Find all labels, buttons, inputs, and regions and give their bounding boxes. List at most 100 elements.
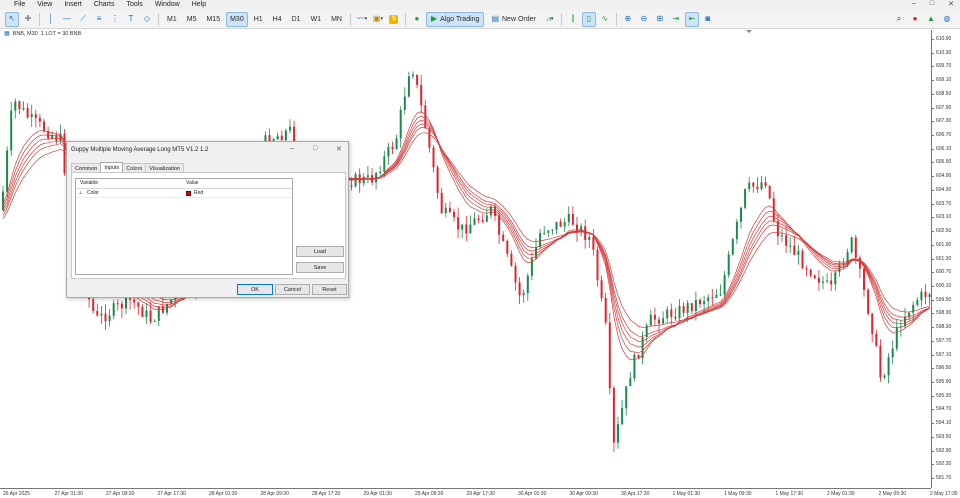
signals-icon[interactable]: ●	[410, 12, 424, 27]
bar-chart-icon[interactable]: ⫿	[566, 12, 580, 27]
price-tick	[931, 423, 934, 425]
candle-body	[785, 235, 788, 246]
minimize-icon[interactable]: –	[912, 0, 916, 8]
price-tick	[931, 93, 934, 95]
candle-body	[727, 254, 730, 276]
algo-trading-button[interactable]: ▶ Algo Trading	[425, 11, 485, 27]
menu-window[interactable]: Window	[149, 0, 186, 10]
price-tick	[931, 313, 934, 315]
time-label: 28 Apr 01:30	[209, 491, 238, 497]
price-tick	[931, 478, 934, 480]
vertical-line-icon[interactable]: │	[44, 12, 58, 27]
restore-icon[interactable]: □	[930, 0, 934, 8]
value-column-header[interactable]: Value	[186, 180, 198, 186]
price-tick	[931, 340, 934, 342]
timeframe-d1[interactable]: D1	[288, 12, 305, 27]
dialog-maximize-icon[interactable]: □	[313, 145, 317, 152]
price-tick	[931, 121, 934, 123]
timeframe-mn[interactable]: MN	[327, 12, 346, 27]
zoom-in-icon[interactable]: ⊕	[621, 12, 635, 27]
chart-shift-marker-icon[interactable]	[746, 30, 752, 33]
community-icon[interactable]: ▲	[924, 12, 938, 27]
autoscroll-icon[interactable]: ⇥	[669, 12, 683, 27]
price-label: 591.70	[936, 475, 952, 482]
depth-icon[interactable]: ⩘ ▾	[543, 12, 557, 27]
new-order-button[interactable]: ▤ New Order	[486, 12, 540, 27]
candle-body	[891, 348, 894, 358]
tile-windows-icon[interactable]: ⊞	[653, 12, 667, 27]
dialog-close-icon[interactable]: ✕	[336, 145, 342, 153]
time-label: 1 May 09:30	[724, 491, 752, 497]
trendline-icon[interactable]: ⟋	[76, 12, 90, 27]
candle-body	[350, 185, 353, 187]
candle-body	[707, 297, 710, 302]
candle-body	[592, 237, 595, 250]
candle-body	[567, 213, 570, 223]
menu-view[interactable]: View	[31, 0, 58, 10]
candle-body	[436, 167, 439, 193]
price-label: 603.70	[936, 200, 952, 207]
timeframe-h1[interactable]: H1	[250, 12, 267, 27]
candle-body	[543, 232, 546, 234]
chart-shift-icon[interactable]: ⇤	[684, 11, 699, 27]
price-tick	[931, 39, 934, 40]
indicators-icon[interactable]: 〰 ▾	[355, 12, 369, 27]
menu-help[interactable]: Help	[186, 0, 212, 10]
toolbar-separator	[349, 12, 351, 26]
candle-body	[149, 310, 152, 322]
crosshair-icon[interactable]: ✛	[21, 12, 35, 27]
timeframe-m30[interactable]: M30	[226, 11, 248, 27]
candle-body	[153, 320, 156, 322]
load-button[interactable]: Load	[296, 246, 344, 257]
channel-icon[interactable]: ≡	[92, 12, 106, 27]
line-chart-icon[interactable]: ∿	[598, 12, 612, 27]
menu-charts[interactable]: Charts	[88, 0, 121, 10]
text-tool-icon[interactable]: T	[124, 12, 138, 27]
price-label: 606.70	[936, 132, 952, 139]
table-row[interactable]: ⟂ Color Red	[76, 189, 292, 198]
zoom-out-icon[interactable]: ⊖	[637, 12, 651, 27]
cancel-button[interactable]: Cancel	[275, 284, 310, 295]
menu-insert[interactable]: Insert	[58, 0, 88, 10]
price-tick	[931, 395, 934, 397]
cursor-icon[interactable]: ↖	[5, 11, 19, 27]
timeframe-h4[interactable]: H4	[269, 12, 286, 27]
menu-file[interactable]: File	[0, 0, 31, 10]
candle-body	[871, 313, 874, 334]
timeframe-m5[interactable]: M5	[183, 12, 201, 27]
close-icon[interactable]: ✕	[948, 0, 954, 8]
horizontal-line-icon[interactable]: —	[60, 12, 74, 27]
candlestick-icon[interactable]: ▯	[581, 11, 596, 27]
candle-body	[670, 309, 673, 317]
candle-body	[412, 74, 414, 77]
fibonacci-icon[interactable]: ⋮	[108, 12, 122, 27]
ok-button[interactable]: OK	[237, 284, 273, 295]
search-icon[interactable]: ⌕	[892, 12, 906, 27]
candle-body	[477, 218, 480, 221]
variable-column-header[interactable]: Variable	[80, 180, 98, 186]
price-label: 609.10	[936, 77, 952, 84]
market-icon[interactable]: $	[387, 12, 401, 27]
timeframe-m1[interactable]: M1	[163, 12, 181, 27]
notifications-icon[interactable]: ●	[908, 12, 922, 27]
candle-body	[735, 221, 738, 240]
price-tick	[931, 189, 934, 191]
order-icon: ▤	[491, 14, 499, 23]
timeframe-m15[interactable]: M15	[202, 12, 224, 27]
screenshot-icon[interactable]: ◙	[701, 12, 715, 27]
candle-body	[604, 297, 607, 323]
reset-button[interactable]: Reset	[312, 284, 347, 295]
candle-body	[793, 245, 796, 255]
color-swatch[interactable]	[186, 191, 191, 196]
menu-tools[interactable]: Tools	[120, 0, 148, 10]
price-label: 608.50	[936, 90, 952, 97]
dialog-minimize-icon[interactable]: –	[290, 145, 294, 152]
timeframe-w1[interactable]: W1	[307, 12, 326, 27]
template-icon[interactable]: ▣ ▾	[371, 12, 385, 27]
shapes-icon[interactable]: ◇	[140, 12, 154, 27]
variable-value[interactable]: Red	[194, 190, 203, 196]
save-button[interactable]: Save	[296, 262, 344, 273]
candle-body	[834, 272, 837, 285]
candle-body	[629, 378, 632, 387]
account-icon[interactable]: ◍	[940, 12, 954, 27]
